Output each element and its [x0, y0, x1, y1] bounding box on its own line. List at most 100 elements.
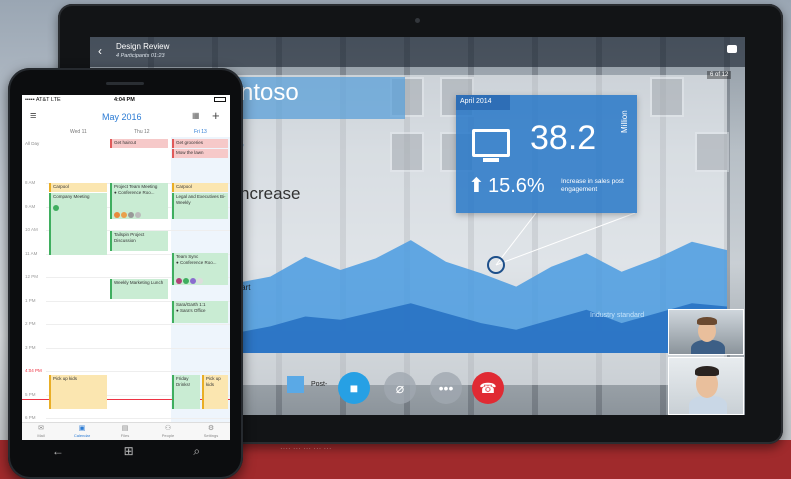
hour-label: 2 PM — [25, 321, 36, 326]
monitor-stand — [483, 158, 499, 162]
hour-label: 3 PM — [25, 344, 36, 350]
hour-label: 8 AM — [25, 180, 36, 185]
event-location: ● Conference Roo... — [114, 189, 155, 195]
people-icon: ⚇ — [164, 425, 172, 432]
tab-calendar[interactable]: ▣ Calendar — [67, 425, 97, 438]
hour-label: 1 PM — [25, 297, 36, 303]
phone-device: ••••• AT&T LTE 4:04 PM ≡ May 2016 ▦ + We… — [8, 68, 243, 479]
mail-icon: ✉ — [38, 425, 44, 432]
avatar — [183, 278, 189, 284]
hour-gridline — [46, 324, 230, 325]
tab-mail[interactable]: ✉ Mail — [26, 425, 56, 438]
more-button[interactable]: ••• — [430, 372, 462, 404]
tab-label: People — [161, 433, 175, 438]
add-icon[interactable]: + — [212, 108, 220, 123]
event-get-groceries[interactable]: Get groceries — [172, 139, 228, 148]
background-band-text: ···· ··· ··· ··· ··· — [280, 444, 332, 453]
hangup-button[interactable]: ☎ — [472, 372, 504, 404]
participant-shirt — [691, 340, 725, 354]
event-company-meeting[interactable]: Company Meeting — [49, 193, 107, 255]
event-carpool[interactable]: Carpool — [172, 183, 228, 192]
stat-unit: Million — [620, 110, 629, 133]
hour-label: 10 AM — [25, 227, 38, 232]
avatar — [53, 205, 59, 211]
month-title[interactable]: May 2016 — [102, 112, 142, 122]
event-legal-executives[interactable]: Legal and Executives Bi-Weekly — [172, 193, 228, 219]
hour-label: 5 PM — [25, 391, 36, 397]
tab-files[interactable]: ▤ Files — [110, 425, 140, 438]
event-mow-lawn[interactable]: Mow the lawn — [172, 149, 228, 158]
day-header[interactable]: Thu 12 — [134, 129, 150, 135]
event-project-team-meeting[interactable]: Project Team Meeting ● Conference Roo... — [110, 183, 168, 219]
avatar — [128, 212, 134, 218]
tab-bar: ✉ Mail ▣ Calendar ▤ Files ⚇ People ⚙ Settings — [22, 422, 230, 440]
hour-label: 9 AM — [25, 203, 36, 209]
meeting-topbar: ‹ Design Review 4 Participants 01:23 — [90, 37, 745, 67]
page-indicator: 6 of 12 — [707, 71, 732, 79]
arrow-up-icon: ⬆ — [468, 175, 485, 197]
event-tailspin-discussion[interactable]: Tailspin Project Discussion — [110, 231, 168, 251]
tab-label: Settings — [203, 433, 219, 438]
avatar — [176, 278, 182, 284]
chat-icon[interactable] — [727, 45, 737, 53]
event-location: ● Sara's Office — [176, 307, 206, 313]
event-title: Company Meeting — [53, 194, 90, 199]
files-icon: ▤ — [121, 425, 129, 432]
callout-line — [495, 212, 636, 266]
participant-shirt — [689, 396, 727, 414]
monitor-icon — [472, 129, 510, 157]
mute-button[interactable]: ⌀ — [384, 372, 416, 404]
search-icon[interactable]: ⌕ — [193, 444, 200, 459]
hamburger-icon[interactable]: ≡ — [30, 110, 36, 122]
status-time: 4:04 PM — [114, 97, 135, 103]
day-header[interactable]: Wed 11 — [70, 129, 87, 135]
participant-video-2[interactable] — [668, 357, 744, 415]
event-team-sync[interactable]: Team Sync ● Conference Roo... — [172, 253, 228, 285]
video-icon: ■ — [349, 380, 359, 396]
stat-percent: 15.6% — [488, 175, 545, 197]
day-headers: Wed 11 Thu 12 Fri 13 — [22, 127, 230, 136]
attendee-avatars — [53, 205, 59, 211]
hangup-icon: ☎ — [479, 379, 497, 396]
status-bar: ••••• AT&T LTE 4:04 PM — [22, 95, 230, 105]
tab-people[interactable]: ⚇ People — [153, 425, 183, 438]
speaker-grille — [106, 82, 144, 85]
meeting-title: Design Review — [116, 42, 170, 51]
hour-label: 6 PM — [25, 415, 36, 420]
attendee-avatars — [114, 212, 141, 218]
stats-date: April 2014 — [456, 95, 510, 110]
stat-description: Increase in sales post engagement — [561, 178, 624, 193]
mic-off-icon: ⌀ — [395, 379, 405, 396]
event-weekly-marketing[interactable]: Weekly Marketing Lunch — [110, 279, 168, 299]
legend-label: Post- — [311, 381, 328, 388]
event-pick-up-kids[interactable]: Pick up kids — [49, 375, 107, 409]
day-header-today[interactable]: Fri 13 — [194, 129, 207, 135]
participant-hair — [697, 317, 717, 325]
video-button[interactable]: ■ — [338, 372, 370, 404]
hour-gridline — [46, 347, 230, 349]
industry-label: Industry standard — [590, 312, 645, 319]
event-location: ● Conference Roo... — [176, 259, 217, 265]
event-carpool[interactable]: Carpool — [49, 183, 107, 192]
calendar-view-icon[interactable]: ▦ — [192, 111, 200, 120]
event-sara-garth[interactable]: Sara/Garth 1:1 ● Sara's Office — [172, 301, 228, 323]
tab-settings[interactable]: ⚙ Settings — [196, 425, 226, 438]
windows-icon[interactable]: ⊞ — [124, 444, 134, 458]
meeting-subtitle: 4 Participants 01:23 — [116, 53, 165, 59]
avatar — [135, 212, 141, 218]
avatar — [197, 278, 203, 284]
participant-hair — [695, 366, 719, 376]
event-friday-drinks[interactable]: Friday Drinks! — [172, 375, 200, 409]
avatar — [121, 212, 127, 218]
chevron-left-icon[interactable]: ‹ — [98, 44, 102, 58]
back-icon[interactable]: ← — [52, 444, 64, 458]
legend-swatch — [287, 376, 304, 393]
hour-gridline — [46, 371, 230, 372]
calendar-icon: ▣ — [78, 425, 86, 432]
event-get-haircut[interactable]: Get haircut — [110, 139, 168, 148]
event-pick-up-kids[interactable]: Pick up kids — [202, 375, 228, 409]
tab-label: Mail — [37, 433, 45, 438]
carrier-label: ••••• AT&T LTE — [25, 97, 61, 103]
tab-label: Calendar — [73, 433, 91, 438]
participant-video-1[interactable] — [668, 309, 744, 355]
